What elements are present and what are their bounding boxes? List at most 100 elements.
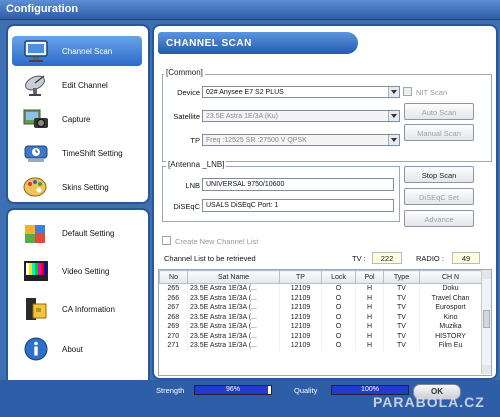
table-cell: O [321, 322, 356, 332]
table-cell: O [321, 341, 356, 351]
table-cell: H [355, 331, 384, 341]
lnb-field[interactable]: UNIVERSAL 9750/10600 [202, 178, 394, 191]
table-cell: 23.5E Astra 1E/3A (... [187, 312, 280, 322]
table-cell: 23.5E Astra 1E/3A (... [187, 293, 280, 303]
table-cell: O [321, 312, 356, 322]
sidebar-item-default-setting[interactable]: Default Setting [12, 218, 142, 248]
scroll-thumb[interactable] [483, 310, 490, 328]
table-row[interactable]: 269 23.5E Astra 1E/3A (... 12109 O H TV Muzika [159, 322, 482, 332]
column-header-no[interactable]: No [159, 270, 188, 284]
table-cell: Film Eu [419, 341, 482, 351]
device-select[interactable]: 02# Anysee E7 S2 PLUS [202, 86, 400, 98]
table-cell: TV [383, 312, 420, 322]
table-cell: TV [383, 322, 420, 332]
watermark: PARABOLA.CZ [373, 394, 485, 410]
column-header-type[interactable]: Type [383, 270, 420, 284]
radio-count: 49 [452, 252, 480, 264]
quality-label: Quality [294, 386, 318, 395]
table-cell: Kino [419, 312, 482, 322]
column-header-ch-name[interactable]: CH N [419, 270, 482, 284]
column-header-pol[interactable]: Pol [355, 270, 384, 284]
satellite-value: 23.5E Astra 1E/3A (Ku) [206, 113, 278, 120]
sidebar-item-edit-channel[interactable]: Edit Channel [12, 70, 142, 100]
nit-scan-checkbox[interactable] [403, 87, 412, 96]
table-row[interactable]: 265 23.5E Astra 1E/3A (... 12109 O H TV Doku [159, 283, 482, 294]
table-scrollbar[interactable] [481, 270, 491, 374]
chevron-down-icon[interactable] [388, 87, 399, 97]
satellite-dish-icon [22, 72, 50, 98]
lnb-value: UNIVERSAL 9750/10600 [206, 181, 285, 188]
table-cell: HISTORY [419, 331, 482, 341]
tp-select[interactable]: Freq :12525 SR :27500 V QPSK [202, 134, 400, 146]
window-title: Configuration [6, 3, 79, 15]
chevron-down-icon[interactable] [388, 135, 399, 145]
create-new-list-label: Create New Channel List [175, 237, 259, 246]
column-header-sat-name[interactable]: Sat Name [187, 270, 280, 284]
table-cell: TV [383, 293, 420, 303]
auto-scan-button[interactable]: Auto Scan [404, 103, 474, 120]
diseqc-value: USALS DiSEqC Port: 1 [206, 202, 279, 209]
table-cell: 269 [159, 322, 188, 332]
sidebar-item-timeshift[interactable]: TimeShift Setting [12, 138, 142, 168]
tp-value: Freq :12525 SR :27500 V QPSK [206, 137, 307, 144]
table-cell: 12109 [279, 293, 322, 303]
sidebar-item-capture[interactable]: Capture [12, 104, 142, 134]
sidebar-item-channel-scan[interactable]: Channel Scan [12, 36, 142, 66]
table-cell: TV [383, 303, 420, 313]
table-cell: 12109 [279, 283, 322, 294]
table-cell: H [355, 322, 384, 332]
table-cell: H [355, 293, 384, 303]
create-new-list-checkbox[interactable] [162, 236, 171, 245]
sidebar-item-label: Capture [62, 114, 91, 124]
table-cell: 12109 [279, 322, 322, 332]
sidebar-item-ca-information[interactable]: CA Information [12, 294, 142, 324]
table-row[interactable]: 270 23.5E Astra 1E/3A (... 12109 O H TV HISTOR… [159, 331, 482, 341]
strength-value: 96% [225, 386, 240, 393]
table-cell: 23.5E Astra 1E/3A (... [187, 322, 280, 332]
timeshift-icon [22, 140, 50, 166]
tp-label: TP [190, 136, 200, 145]
table-row[interactable]: 266 23.5E Astra 1E/3A (... 12109 O H TV Travel… [159, 293, 482, 303]
sidebar: Channel Scan Edit Channel Capture TimeSh… [6, 24, 150, 397]
table-cell: TV [383, 283, 420, 294]
scroll-down-arrow[interactable] [482, 365, 491, 374]
nit-scan-label: NIT Scan [416, 88, 448, 97]
table-cell: 12109 [279, 312, 322, 322]
list-caption: Channel List to be retrieved [164, 254, 256, 263]
table-cell: H [355, 303, 384, 313]
column-header-tp[interactable]: TP [279, 270, 322, 284]
sidebar-item-skins[interactable]: Skins Setting [12, 172, 142, 202]
sidebar-item-about[interactable]: About [12, 334, 142, 364]
antenna-group-title: [Antenna _LNB] [166, 160, 227, 169]
scroll-up-arrow[interactable] [482, 270, 491, 279]
panel-header: CHANNEL SCAN [158, 32, 358, 54]
lnb-label: LNB [185, 181, 200, 190]
column-header-lock[interactable]: Lock [321, 270, 356, 284]
diseqc-field[interactable]: USALS DiSEqC Port: 1 [202, 199, 394, 212]
stop-scan-button[interactable]: Stop Scan [404, 166, 474, 183]
diseqc-set-button[interactable]: DiSEqC Set [404, 188, 474, 205]
table-cell: 265 [159, 283, 188, 294]
antenna-group [162, 166, 400, 222]
tv-label: TV : [352, 254, 366, 263]
sidebar-item-label: Channel Scan [62, 46, 113, 56]
table-cell: H [355, 283, 384, 294]
table-row[interactable]: 271 23.5E Astra 1E/3A (... 12109 O H TV Film E… [159, 341, 482, 351]
channel-list-table[interactable]: No Sat Name TP Lock Pol Type CH N 265 23.… [158, 269, 492, 376]
manual-scan-button[interactable]: Manual Scan [404, 124, 474, 141]
strength-meter: 96% [194, 385, 272, 395]
info-icon [22, 336, 50, 362]
table-row[interactable]: 268 23.5E Astra 1E/3A (... 12109 O H TV Kino [159, 312, 482, 322]
advance-button[interactable]: Advance [404, 210, 474, 227]
chevron-down-icon[interactable] [388, 111, 399, 121]
sidebar-item-video-setting[interactable]: Video Setting [12, 256, 142, 286]
satellite-select[interactable]: 23.5E Astra 1E/3A (Ku) [202, 110, 400, 122]
table-cell: 23.5E Astra 1E/3A (... [187, 331, 280, 341]
table-row[interactable]: 267 23.5E Astra 1E/3A (... 12109 O H TV Eurosp… [159, 303, 482, 313]
radio-label: RADIO : [416, 254, 444, 263]
table-cell: 23.5E Astra 1E/3A (... [187, 283, 280, 294]
quality-value: 100% [361, 386, 379, 393]
device-label: Device [177, 88, 200, 97]
table-cell: H [355, 341, 384, 351]
tv-count: 222 [372, 252, 402, 264]
